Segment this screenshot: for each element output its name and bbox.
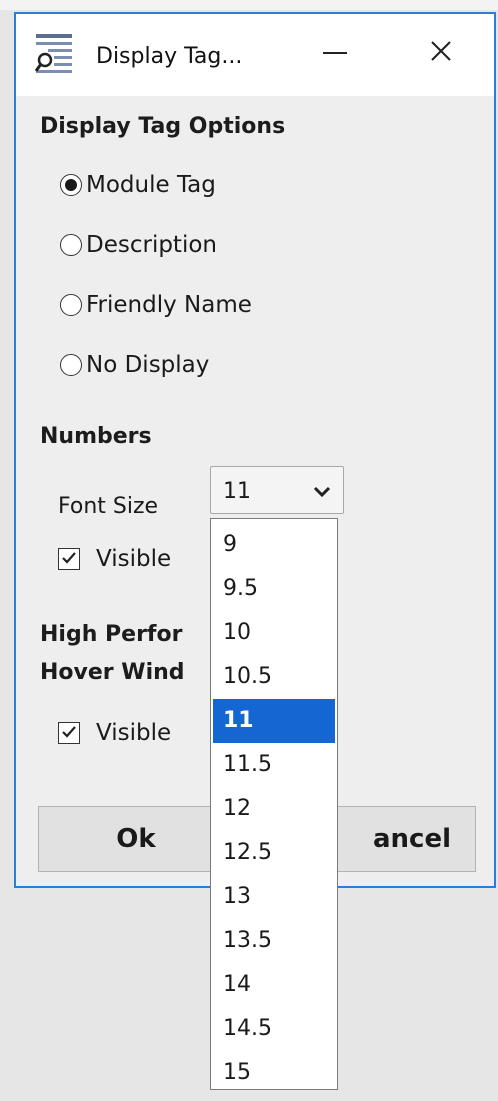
- window-title: Display Tag...: [96, 44, 243, 69]
- minimize-button[interactable]: [306, 28, 364, 78]
- numbers-visible-checkbox-row[interactable]: Visible: [58, 546, 171, 572]
- dropdown-option-9-5[interactable]: 9.5: [213, 567, 335, 611]
- numbers-heading: Numbers: [40, 424, 152, 449]
- dropdown-option-11-5[interactable]: 11.5: [213, 743, 335, 787]
- close-icon: [430, 40, 452, 66]
- radio-label: No Display: [86, 352, 210, 378]
- dropdown-option-14[interactable]: 14: [213, 963, 335, 1007]
- dropdown-option-13[interactable]: 13: [213, 875, 335, 919]
- radio-label: Friendly Name: [86, 292, 252, 318]
- title-bar[interactable]: Display Tag...: [16, 14, 494, 96]
- hover-visible-checkbox[interactable]: [58, 722, 80, 744]
- list-search-icon: [34, 32, 74, 76]
- display-tag-options-heading: Display Tag Options: [40, 114, 286, 139]
- font-size-select[interactable]: 11: [210, 466, 344, 514]
- radio-label: Description: [86, 232, 217, 258]
- radio-no-display[interactable]: No Display: [60, 352, 209, 378]
- hover-visible-label: Visible: [96, 720, 172, 746]
- dropdown-option-12-5[interactable]: 12.5: [213, 831, 335, 875]
- font-size-label: Font Size: [58, 494, 159, 519]
- dropdown-option-11[interactable]: 11: [213, 699, 335, 743]
- radio-button[interactable]: [60, 354, 82, 376]
- radio-module-tag[interactable]: Module Tag: [60, 172, 216, 198]
- radio-description[interactable]: Description: [60, 232, 217, 258]
- ok-button[interactable]: Ok: [38, 806, 234, 872]
- dropdown-option-9[interactable]: 9: [213, 523, 335, 567]
- dropdown-option-14-5[interactable]: 14.5: [213, 1007, 335, 1051]
- dropdown-option-10-5[interactable]: 10.5: [213, 655, 335, 699]
- font-size-value: 11: [223, 479, 251, 504]
- radio-label: Module Tag: [86, 172, 216, 198]
- numbers-visible-label: Visible: [96, 546, 172, 572]
- radio-button[interactable]: [60, 174, 82, 196]
- radio-friendly-name[interactable]: Friendly Name: [60, 292, 252, 318]
- dropdown-option-10[interactable]: 10: [213, 611, 335, 655]
- chevron-down-icon: [313, 483, 331, 502]
- dropdown-option-12[interactable]: 12: [213, 787, 335, 831]
- close-button[interactable]: [412, 28, 470, 78]
- hover-heading-line2: Hover Wind: [40, 660, 185, 685]
- check-icon: [61, 550, 77, 569]
- radio-button[interactable]: [60, 294, 82, 316]
- hover-heading-line1: High Perfor: [40, 622, 183, 647]
- check-icon: [61, 724, 77, 743]
- font-size-dropdown-list[interactable]: 9 9.5 10 10.5 11 11.5 12 12.5 13 13.5 14…: [210, 518, 338, 1090]
- desktop-background: [0, 0, 498, 10]
- radio-button[interactable]: [60, 234, 82, 256]
- hover-visible-checkbox-row[interactable]: Visible: [58, 720, 171, 746]
- dropdown-option-15[interactable]: 15: [213, 1051, 335, 1095]
- numbers-visible-checkbox[interactable]: [58, 548, 80, 570]
- dropdown-option-13-5[interactable]: 13.5: [213, 919, 335, 963]
